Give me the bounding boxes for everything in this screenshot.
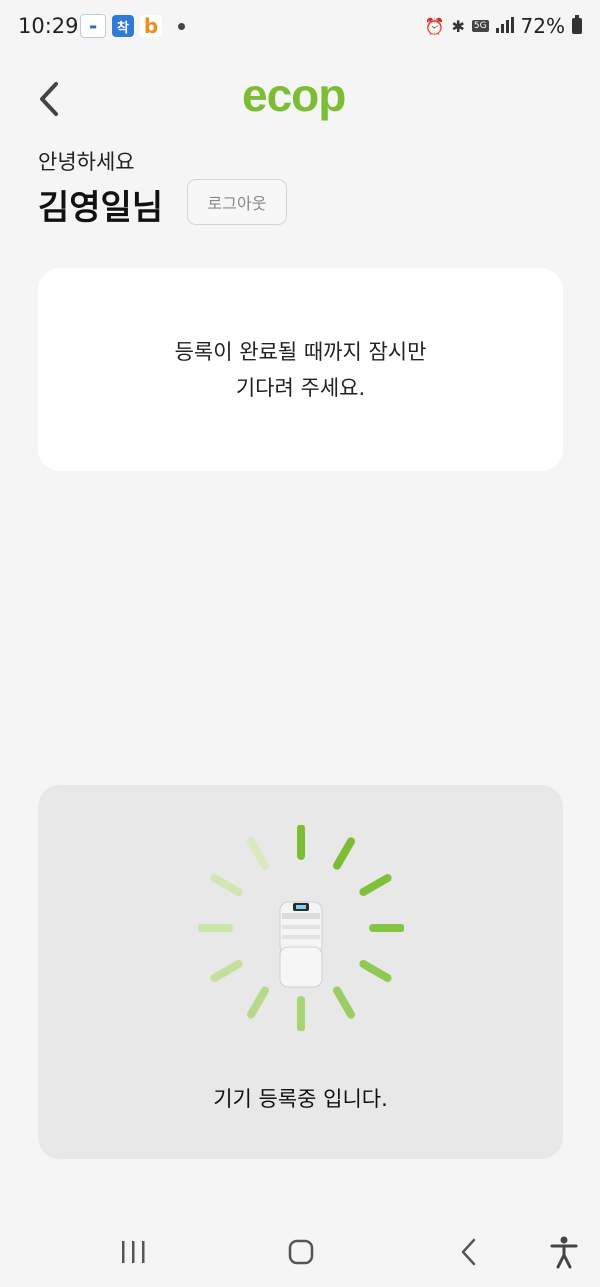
spinner-spoke xyxy=(359,874,392,896)
ecop-logo: ecop xyxy=(242,69,346,121)
accessibility-button[interactable] xyxy=(539,1227,589,1277)
logout-button[interactable]: 로그아웃 xyxy=(187,179,287,225)
app-header: ecop xyxy=(0,60,600,140)
air-purifier-device-icon xyxy=(279,901,323,988)
accessibility-icon xyxy=(550,1236,578,1269)
back-button[interactable] xyxy=(28,76,74,122)
greeting-text: 안녕하세요 xyxy=(38,150,135,174)
home-button[interactable] xyxy=(276,1227,326,1277)
message-line-1: 등록이 완료될 때까지 잠시만 xyxy=(174,339,427,364)
network-5g-badge: 5G xyxy=(471,20,489,32)
alarm-icon: ⏰ xyxy=(424,16,445,36)
battery-percent: 72% xyxy=(520,14,565,38)
notification-app-2-icon: 착 xyxy=(112,15,134,37)
bluetooth-icon: ✱ xyxy=(451,16,465,36)
system-nav-bar xyxy=(0,1215,600,1287)
register-status-text: 기기 등록중 입니다. xyxy=(213,1087,388,1111)
back-icon xyxy=(461,1238,476,1266)
recent-apps-icon xyxy=(122,1241,145,1263)
home-icon xyxy=(288,1239,314,1265)
battery-icon xyxy=(572,15,582,34)
user-name: 김영일님 xyxy=(38,188,164,228)
notification-app-1-icon: ▬ xyxy=(80,14,106,38)
recent-apps-button[interactable] xyxy=(108,1227,158,1277)
notification-icons: ▬ 착 b xyxy=(80,14,185,38)
more-notifications-dot-icon xyxy=(178,22,185,30)
spinner-spoke xyxy=(210,960,243,982)
spinner-spoke xyxy=(247,837,269,870)
spinner-spoke xyxy=(210,874,243,896)
chevron-left-icon xyxy=(40,82,58,116)
spinner-spoke xyxy=(333,986,355,1019)
device-register-panel: 기기 등록중 입니다. xyxy=(38,785,563,1159)
loading-spinner xyxy=(198,825,404,1031)
signal-icon xyxy=(495,14,514,38)
spinner-spoke xyxy=(247,986,269,1019)
message-line-2: 기다려 주세요. xyxy=(235,375,366,400)
notification-app-3-icon: b xyxy=(140,14,162,38)
spinner-spoke xyxy=(359,960,392,982)
status-right-icons: ⏰ ✱ 5G 72% xyxy=(425,14,582,38)
system-back-button[interactable] xyxy=(444,1227,494,1277)
status-bar: 10:29 ▬ 착 b ⏰ ✱ 5G 72% xyxy=(0,0,600,54)
spinner-spoke xyxy=(333,837,355,870)
message-card: 등록이 완료될 때까지 잠시만 기다려 주세요. xyxy=(38,268,563,471)
status-time: 10:29 xyxy=(18,14,79,38)
